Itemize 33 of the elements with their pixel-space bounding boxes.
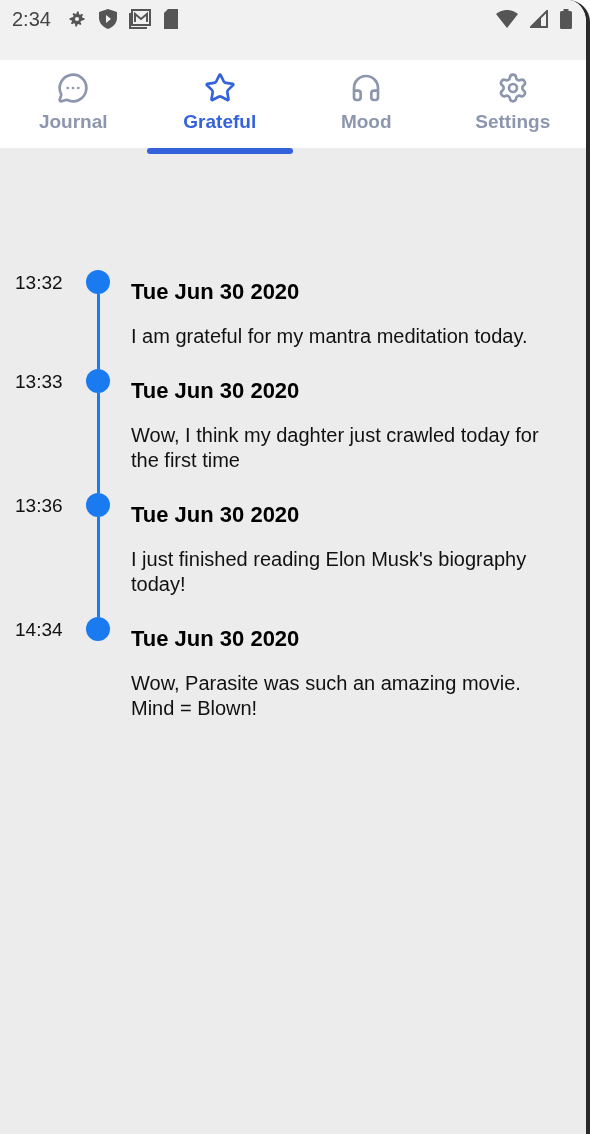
chat-icon — [57, 72, 90, 104]
tab[interactable]: Settings — [439, 60, 586, 154]
entry-time: 13:32 — [14, 272, 64, 295]
mail-icon — [128, 9, 151, 29]
entry-time: 14:34 — [14, 619, 64, 642]
entry-text: Wow, Parasite was such an amazing movie. Mind = Blown! — [131, 671, 522, 721]
shield-icon — [98, 9, 117, 29]
tab-label: Settings — [475, 110, 551, 134]
timeline-dot — [86, 493, 110, 517]
tab[interactable]: Grateful — [146, 60, 293, 154]
timeline-dot — [86, 369, 110, 393]
entry-text: I am grateful for my mantra meditation today. — [131, 324, 529, 349]
sd-card-icon — [162, 9, 179, 29]
entry-date: Tue Jun 30 2020 — [131, 278, 301, 306]
entry-text: I just finished reading Elon Musk's biography today! — [131, 547, 528, 597]
star-icon — [203, 72, 236, 104]
tab[interactable]: Journal — [0, 60, 147, 154]
entry-text: Wow, I think my daghter just crawled today for the first time — [131, 423, 540, 473]
status-time: 2:34 — [12, 7, 51, 32]
tab-label: Journal — [38, 110, 108, 134]
tab[interactable]: Mood — [293, 60, 440, 154]
signal-icon — [530, 10, 548, 28]
entry-date: Tue Jun 30 2020 — [131, 625, 301, 653]
entry-date: Tue Jun 30 2020 — [131, 377, 301, 405]
timeline-dot — [86, 617, 110, 641]
wifi-icon — [496, 10, 518, 28]
entry-time: 13:36 — [14, 495, 64, 518]
entry-time: 13:33 — [14, 371, 64, 394]
tab-label: Grateful — [183, 110, 257, 134]
tab-label: Mood — [340, 110, 392, 134]
timeline-dot — [86, 270, 110, 294]
entry-date: Tue Jun 30 2020 — [131, 501, 301, 529]
battery-icon — [560, 9, 572, 29]
